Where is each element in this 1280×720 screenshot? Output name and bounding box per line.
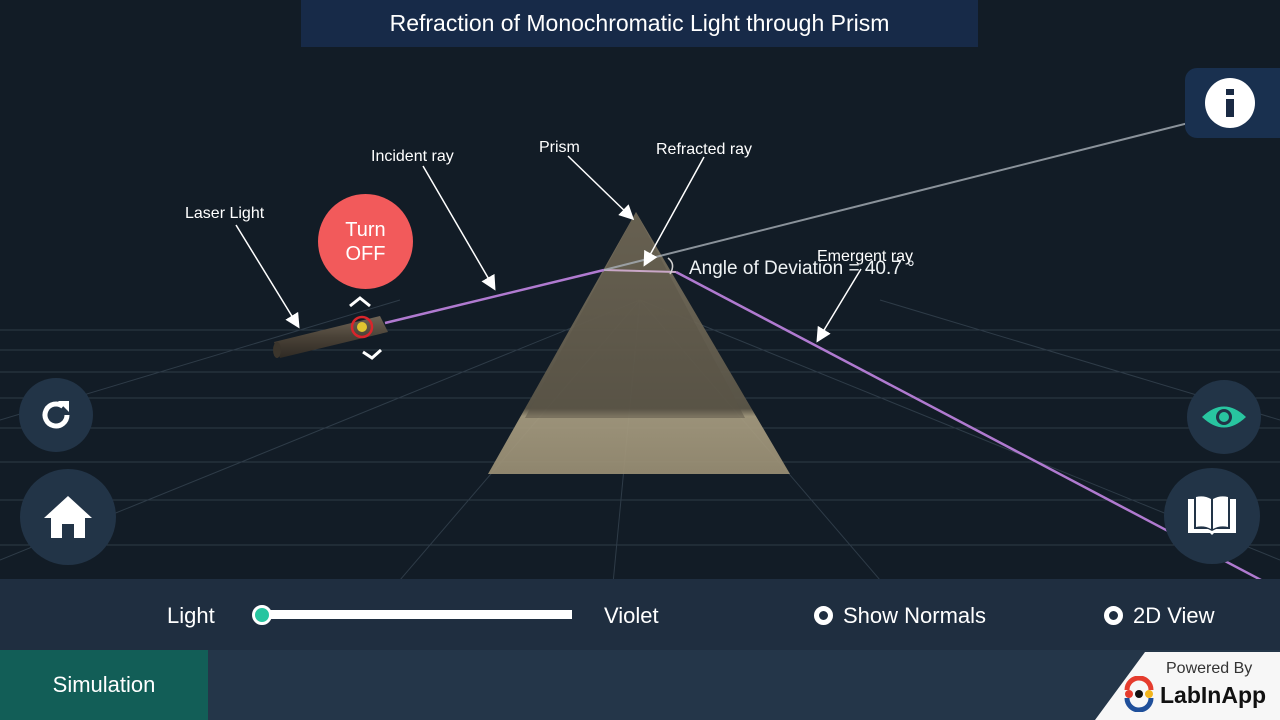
info-icon xyxy=(1226,89,1234,117)
laser-label-arrow xyxy=(235,224,300,329)
book-icon xyxy=(1188,496,1236,535)
home-button[interactable] xyxy=(20,469,116,565)
info-button[interactable] xyxy=(1205,78,1255,128)
2d-view-label[interactable]: 2D View xyxy=(1133,603,1215,629)
wavelength-slider-thumb[interactable] xyxy=(252,605,272,625)
angle-of-deviation-readout: Angle of Deviation = 40.7 ° xyxy=(689,258,915,279)
brand-name: LabInApp xyxy=(1160,682,1267,708)
turn-off-line1: Turn xyxy=(345,218,386,241)
show-normals-toggle[interactable] xyxy=(814,606,833,625)
laser-device xyxy=(273,296,388,360)
tab-simulation[interactable]: Simulation xyxy=(0,650,208,720)
show-normals-label[interactable]: Show Normals xyxy=(843,603,986,629)
incident-ray-label: Incident ray xyxy=(371,148,454,165)
incident-ray xyxy=(384,268,605,325)
extended-incident-line xyxy=(603,99,1280,271)
tab-simulation-label: Simulation xyxy=(52,672,156,697)
prism-label: Prism xyxy=(539,139,580,156)
refracted-ray-label: Refracted ray xyxy=(656,141,753,158)
slider-min-label: Light xyxy=(167,603,215,628)
page-title-text: Refraction of Monochromatic Light throug… xyxy=(389,10,890,36)
page-title: Refraction of Monochromatic Light throug… xyxy=(301,0,978,47)
theory-book-button[interactable] xyxy=(1164,468,1260,564)
prism-label-arrow xyxy=(567,155,635,221)
laser-light-label: Laser Light xyxy=(185,205,265,222)
view-toggle-button[interactable] xyxy=(1187,380,1261,454)
home-icon xyxy=(44,496,92,538)
turn-off-button[interactable]: Turn OFF xyxy=(318,194,413,289)
powered-by-text: Powered By xyxy=(1166,660,1253,677)
turn-off-line2: OFF xyxy=(345,242,386,265)
refresh-icon xyxy=(42,401,70,429)
labinapp-logo-icon xyxy=(1124,676,1154,712)
wavelength-slider-track[interactable] xyxy=(262,610,572,619)
reset-button[interactable] xyxy=(19,378,93,452)
slider-max-label: Violet xyxy=(604,603,659,628)
eye-icon xyxy=(1202,406,1246,428)
2d-view-toggle[interactable] xyxy=(1104,606,1123,625)
incident-label-arrow xyxy=(422,165,496,291)
